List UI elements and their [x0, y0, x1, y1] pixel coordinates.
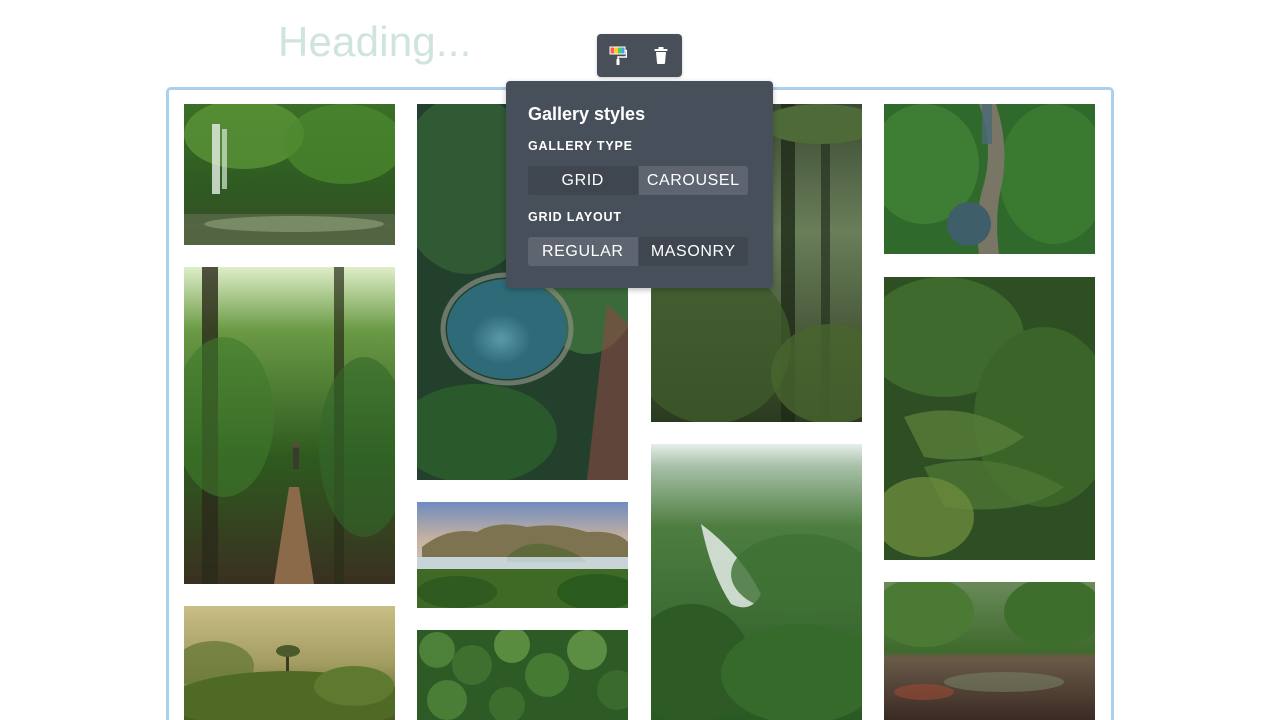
grid-layout-label: GRID LAYOUT [528, 210, 622, 224]
gallery-image-rice-terraces[interactable] [884, 277, 1095, 560]
gallery-image-limestone-valley[interactable] [417, 502, 628, 608]
delete-block-button[interactable] [646, 41, 676, 71]
gallery-type-grid-button[interactable]: GRID [528, 166, 638, 195]
gallery-image-river-gorge[interactable] [884, 104, 1095, 254]
gallery-type-carousel-button[interactable]: CAROUSEL [637, 166, 748, 195]
grid-layout-regular-button[interactable]: REGULAR [528, 237, 638, 266]
trash-icon [654, 47, 668, 64]
paint-roller-icon [609, 46, 628, 65]
gallery-image-foggy-hills[interactable] [651, 444, 862, 720]
popover-title: Gallery styles [528, 104, 646, 124]
gallery-type-label: GALLERY TYPE [528, 139, 633, 153]
grid-layout-masonry-button[interactable]: MASONRY [637, 237, 748, 266]
gallery-type-selector: GRID CAROUSEL [528, 166, 748, 195]
gallery-image-waterfall[interactable] [184, 104, 395, 245]
heading-placeholder[interactable]: Heading... [278, 18, 471, 66]
gallery-image-misty-canopy[interactable] [184, 606, 395, 720]
grid-layout-selector: REGULAR MASONRY [528, 237, 748, 266]
gallery-style-button[interactable] [603, 41, 633, 71]
gallery-image-treetop-aerial[interactable] [417, 630, 628, 720]
gallery-image-jungle-river[interactable] [884, 582, 1095, 720]
gallery-styles-popover: Gallery styles GALLERY TYPE GRID CAROUSE… [506, 81, 773, 288]
block-toolbar [597, 34, 682, 77]
gallery-image-forest-path[interactable] [184, 267, 395, 584]
editor-canvas: Heading... Gallery styles GALLERY TYPE G… [0, 0, 1280, 720]
